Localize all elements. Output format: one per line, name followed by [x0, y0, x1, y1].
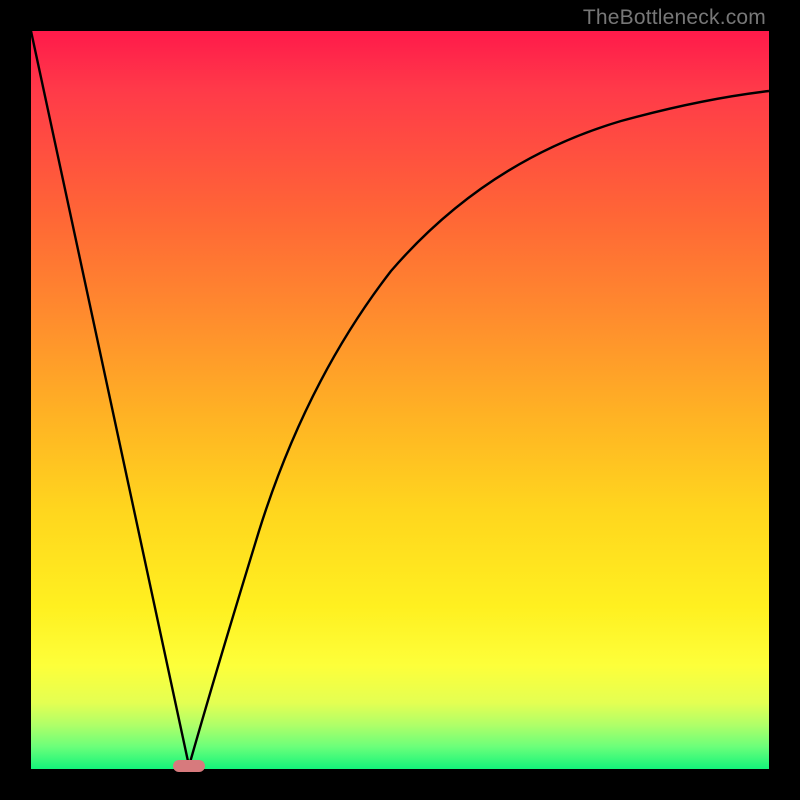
minimum-marker	[173, 760, 205, 772]
chart-frame: TheBottleneck.com	[0, 0, 800, 800]
curve-left-segment	[31, 31, 189, 766]
plot-area	[31, 31, 769, 769]
watermark-text: TheBottleneck.com	[583, 6, 766, 30]
curve-right-segment	[189, 91, 769, 766]
bottleneck-curve	[31, 31, 769, 769]
